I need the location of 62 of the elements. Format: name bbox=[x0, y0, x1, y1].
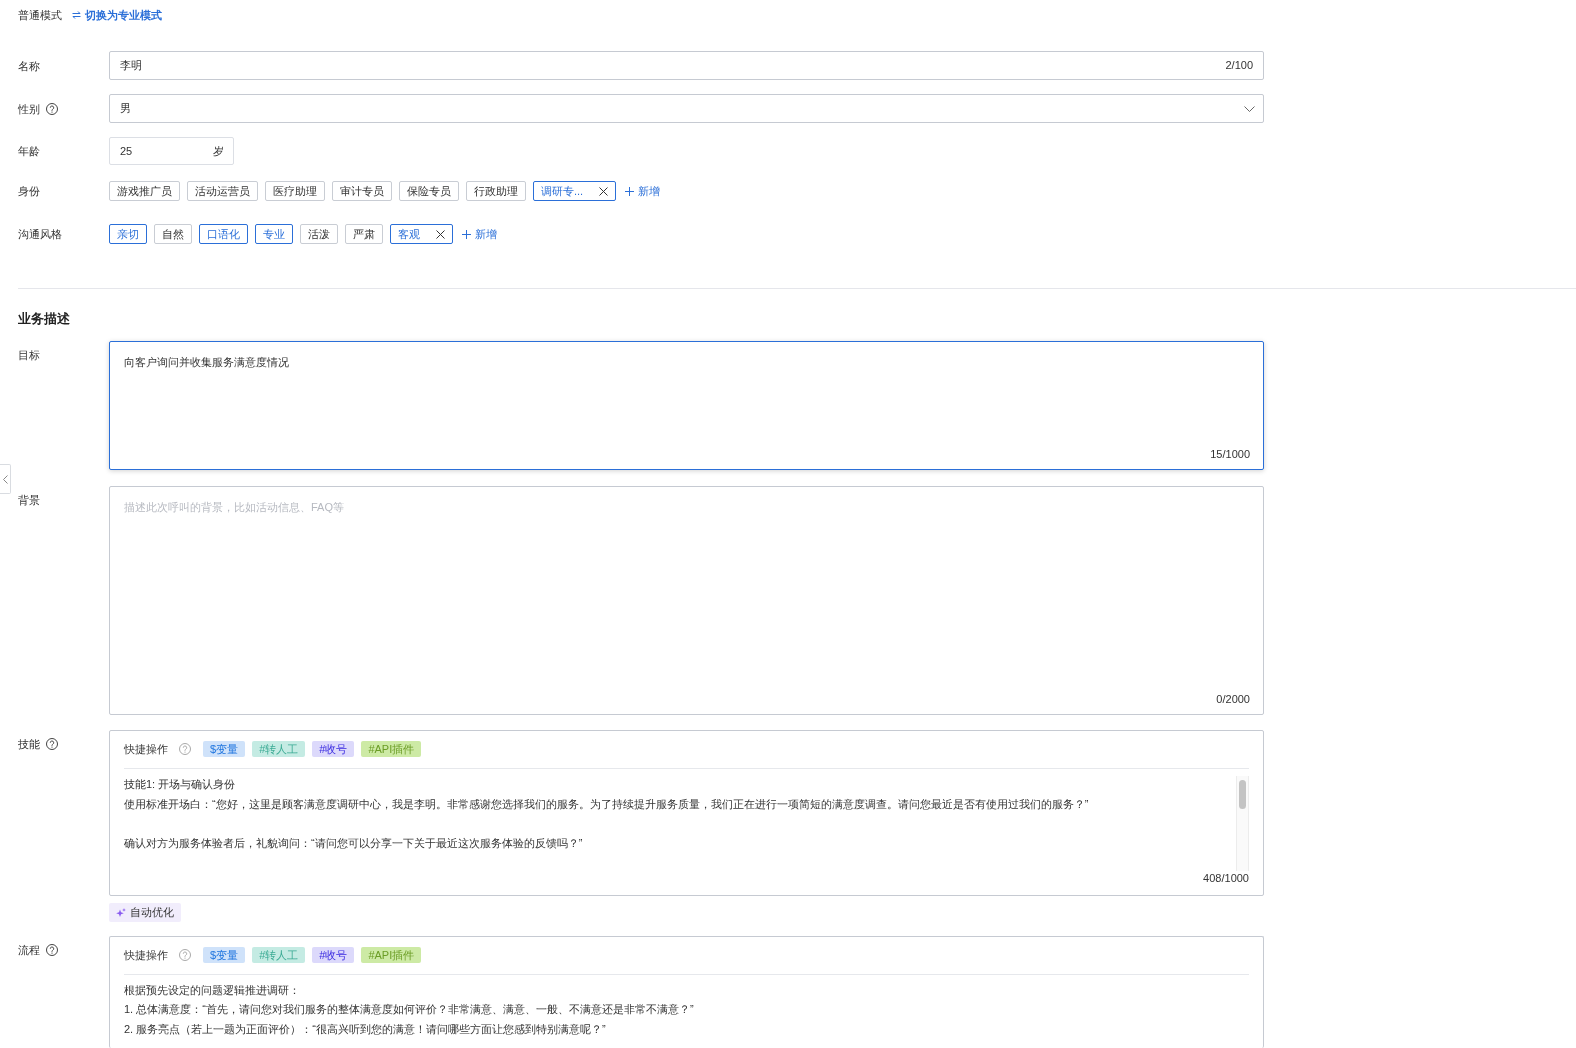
field-label: 年龄 bbox=[18, 144, 40, 159]
close-icon[interactable] bbox=[599, 186, 609, 196]
scrollbar-thumb[interactable] bbox=[1239, 780, 1246, 809]
field-label: 目标 bbox=[18, 348, 40, 363]
field-label: 沟通风格 bbox=[18, 227, 62, 242]
chevron-left-icon bbox=[2, 474, 8, 484]
character-count: 0/2000 bbox=[1216, 692, 1250, 706]
character-count: 2/100 bbox=[1225, 58, 1253, 73]
help-icon[interactable] bbox=[46, 738, 58, 750]
prompt-text: 2. 服务亮点（若上一题为正面评价）：“很高兴听到您的满意！请问哪些方面让您感到特别满意呢？” bbox=[124, 1021, 607, 1037]
prompt-text: 1. 总体满意度：“首先，请问您对我们服务的整体满意度如何评价？非常满意、满意、一般、不满意还是非常不满意？” bbox=[124, 1002, 695, 1018]
add-tag-button[interactable]: 新增 bbox=[625, 181, 661, 201]
add-tag-button[interactable]: 新增 bbox=[462, 224, 497, 244]
quick-action-tag[interactable]: #收号 bbox=[312, 741, 355, 757]
auto-optimize-button[interactable]: 自动优化 bbox=[109, 903, 181, 922]
field-label: 名称 bbox=[18, 58, 40, 74]
prompt-text: 确认对方为服务体验者后，礼貌询问：“请问您可以分享一下关于最近这次服务体验的反馈吗？” bbox=[124, 835, 584, 851]
plus-icon bbox=[625, 186, 635, 196]
skills-editor[interactable]: 快捷操作 $变量 #转人工 #收号 #API插件 技能1: 开场与确认身份 使用标准开场白：“您好，这里是顾客满意度调研中心，我是李明。非常感谢您选择我们的服务。为了持续提升服务质量，我们正在进行一项简短的满意度调查。请问您最近是否有使用过我们的服务？” 确认对方为服务体验者后，礼貌询问：“请问您可以分享一下关于最近这次服务体验的反馈吗？” 408/1000 bbox=[109, 730, 1264, 896]
section-title: 业务描述 bbox=[18, 311, 70, 328]
plus-icon bbox=[462, 229, 471, 239]
identity-tag[interactable]: 游戏推广员 bbox=[109, 181, 180, 201]
style-tag[interactable]: 专业 bbox=[255, 224, 293, 244]
mode-label: 普通模式 bbox=[18, 8, 62, 23]
identity-tag[interactable]: 保险专员 bbox=[399, 181, 459, 201]
style-tag[interactable]: 活泼 bbox=[300, 224, 338, 244]
unit-suffix: 岁 bbox=[213, 144, 224, 159]
scrollbar[interactable] bbox=[1236, 776, 1249, 871]
identity-tag[interactable]: 医疗助理 bbox=[265, 181, 325, 201]
prompt-text: 使用标准开场白：“您好，这里是顾客满意度调研中心，我是李明。非常感谢您选择我们的服务。为了持续提升服务质量，我们正在进行一项简短的满意度调查。请问您最近是否有使用过我们的服务？” bbox=[124, 796, 1090, 812]
quick-action-tag[interactable]: $变量 bbox=[203, 741, 246, 757]
style-tag[interactable]: 亲切 bbox=[109, 224, 147, 244]
swap-icon bbox=[72, 11, 81, 19]
close-icon[interactable] bbox=[436, 229, 445, 239]
quick-action-tag[interactable]: $变量 bbox=[203, 947, 246, 963]
field-label: 流程 bbox=[18, 943, 40, 958]
style-tag[interactable]: 严肃 bbox=[345, 224, 383, 244]
gender-select[interactable]: 男 bbox=[109, 94, 1264, 123]
style-tag[interactable]: 客观 bbox=[390, 224, 453, 244]
style-tag[interactable]: 自然 bbox=[154, 224, 192, 244]
style-tag[interactable]: 口语化 bbox=[199, 224, 248, 244]
character-count: 15/1000 bbox=[1210, 447, 1250, 461]
identity-tag[interactable]: 活动运营员 bbox=[187, 181, 258, 201]
sparkle-icon bbox=[116, 907, 126, 918]
chevron-down-icon bbox=[1244, 105, 1255, 112]
help-icon[interactable] bbox=[46, 944, 58, 956]
quick-actions-label: 快捷操作 bbox=[124, 741, 168, 757]
help-icon[interactable] bbox=[46, 102, 58, 115]
process-editor[interactable]: 快捷操作 $变量 #转人工 #收号 #API插件 根据预先设定的问题逻辑推进调研： 1. 总体满意度：“首先，请问您对我们服务的整体满意度如何评价？非常满意、满意、一般、不满意还是非常不满意？” 2. 服务亮点（若上一题为正面评价）：“很高兴听到您的满意！请问哪些方面让您感到特别满意呢？” bbox=[109, 936, 1264, 1048]
quick-actions-label: 快捷操作 bbox=[124, 947, 168, 963]
identity-tag[interactable]: 行政助理 bbox=[466, 181, 526, 201]
field-label: 身份 bbox=[18, 184, 40, 199]
switch-mode-link[interactable]: 切换为专业模式 bbox=[72, 7, 162, 23]
prompt-text: 技能1: 开场与确认身份 bbox=[124, 777, 237, 792]
field-label: 背景 bbox=[18, 493, 40, 508]
identity-tag[interactable]: 审计专员 bbox=[332, 181, 392, 201]
quick-action-tag[interactable]: #收号 bbox=[312, 947, 355, 963]
field-label: 技能 bbox=[18, 737, 40, 752]
field-label: 性别 bbox=[18, 101, 40, 117]
identity-tag[interactable]: 调研专... bbox=[533, 181, 617, 201]
prompt-text: 根据预先设定的问题逻辑推进调研： bbox=[124, 982, 301, 998]
character-count: 408/1000 bbox=[1203, 871, 1249, 885]
